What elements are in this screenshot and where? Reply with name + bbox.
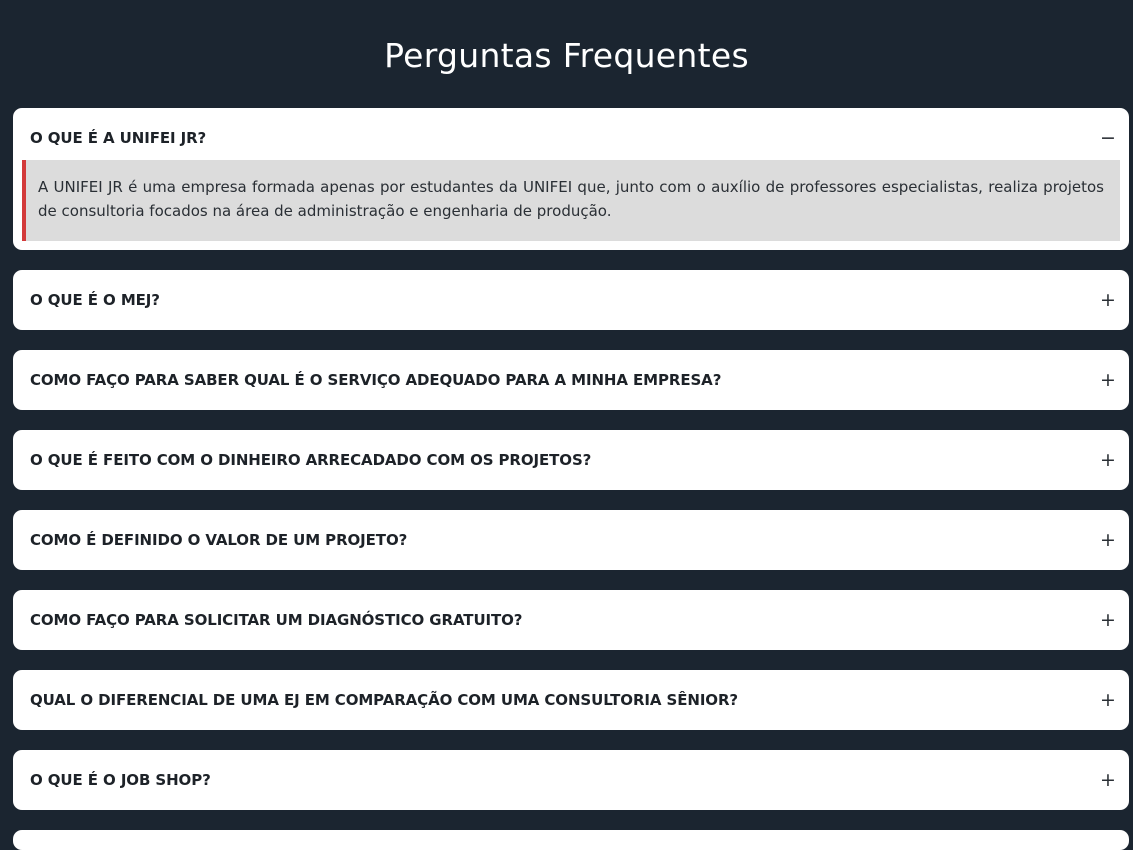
- faq-item: COMO FAÇO PARA SABER QUAL É O SERVIÇO AD…: [13, 350, 1129, 410]
- faq-list: O QUE É A UNIFEI JR? − A UNIFEI JR é uma…: [13, 108, 1129, 850]
- faq-question-header[interactable]: QUAL O DIFERENCIAL DE UMA EJ EM COMPARAÇ…: [13, 670, 1129, 730]
- plus-icon[interactable]: +: [1100, 690, 1116, 710]
- plus-icon[interactable]: +: [1100, 610, 1116, 630]
- faq-item: QUAL O DIFERENCIAL DE UMA EJ EM COMPARAÇ…: [13, 670, 1129, 730]
- faq-question-header[interactable]: COMO FAÇO PARA SOLICITAR UM DIAGNÓSTICO …: [13, 590, 1129, 650]
- faq-item: O QUE É O MEJ? +: [13, 270, 1129, 330]
- faq-answer: A UNIFEI JR é uma empresa formada apenas…: [22, 160, 1120, 241]
- faq-question: COMO FAÇO PARA SABER QUAL É O SERVIÇO AD…: [30, 371, 722, 389]
- faq-question: O QUE É FEITO COM O DINHEIRO ARRECADADO …: [30, 451, 592, 469]
- plus-icon[interactable]: +: [1100, 450, 1116, 470]
- plus-icon[interactable]: +: [1100, 530, 1116, 550]
- page-title: Perguntas Frequentes: [384, 36, 749, 75]
- plus-icon[interactable]: +: [1100, 370, 1116, 390]
- faq-question: COMO É DEFINIDO O VALOR DE UM PROJETO?: [30, 531, 408, 549]
- minus-icon[interactable]: −: [1100, 128, 1116, 148]
- faq-question: O QUE É O MEJ?: [30, 291, 160, 309]
- faq-item: COMO FAÇO PARA SOLICITAR UM DIAGNÓSTICO …: [13, 590, 1129, 650]
- faq-question: COMO FAÇO PARA SOLICITAR UM DIAGNÓSTICO …: [30, 611, 523, 629]
- faq-item: O QUE É FEITO COM O DINHEIRO ARRECADADO …: [13, 430, 1129, 490]
- faq-item-partial[interactable]: [13, 830, 1129, 850]
- faq-item: O QUE É A UNIFEI JR? − A UNIFEI JR é uma…: [13, 108, 1129, 250]
- faq-question-header[interactable]: COMO FAÇO PARA SABER QUAL É O SERVIÇO AD…: [13, 350, 1129, 410]
- faq-question: O QUE É A UNIFEI JR?: [30, 129, 207, 147]
- faq-item: O QUE É O JOB SHOP? +: [13, 750, 1129, 810]
- faq-question-header[interactable]: O QUE É O JOB SHOP? +: [13, 750, 1129, 810]
- faq-page: Perguntas Frequentes O QUE É A UNIFEI JR…: [0, 0, 1133, 850]
- faq-question-header[interactable]: O QUE É A UNIFEI JR? −: [13, 108, 1129, 160]
- faq-question: O QUE É O JOB SHOP?: [30, 771, 211, 789]
- faq-question: QUAL O DIFERENCIAL DE UMA EJ EM COMPARAÇ…: [30, 691, 739, 709]
- plus-icon[interactable]: +: [1100, 290, 1116, 310]
- plus-icon[interactable]: +: [1100, 770, 1116, 790]
- faq-item: COMO É DEFINIDO O VALOR DE UM PROJETO? +: [13, 510, 1129, 570]
- faq-question-header[interactable]: O QUE É FEITO COM O DINHEIRO ARRECADADO …: [13, 430, 1129, 490]
- faq-question-header[interactable]: O QUE É O MEJ? +: [13, 270, 1129, 330]
- faq-question-header[interactable]: COMO É DEFINIDO O VALOR DE UM PROJETO? +: [13, 510, 1129, 570]
